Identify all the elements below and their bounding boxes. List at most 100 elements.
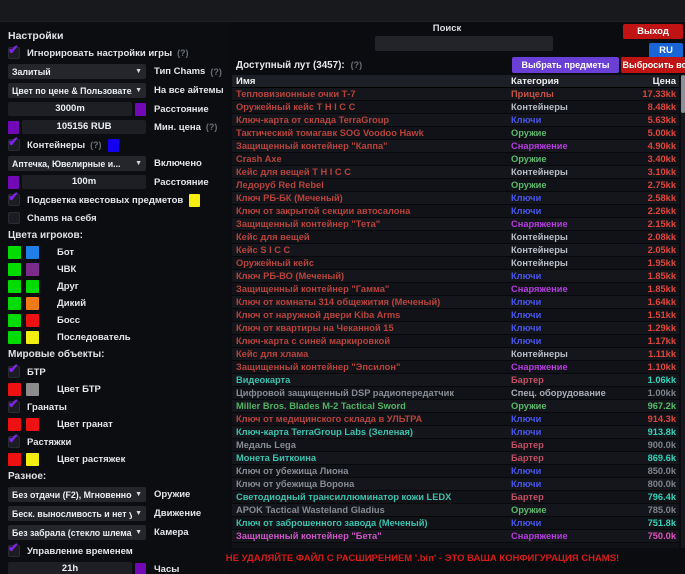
table-row[interactable]: Miller Bros. Blades M-2 Tactical SwordОр… xyxy=(232,400,679,413)
header-name[interactable]: Имя xyxy=(232,76,511,87)
table-row[interactable]: Ключ от наружной двери Kiba ArmsКлючи1.5… xyxy=(232,309,679,322)
table-row[interactable]: Ключ-карта от склада TerraGroupКлючи5.63… xyxy=(232,114,679,127)
color-swatch[interactable] xyxy=(8,121,19,134)
select-kappa-items-button[interactable]: Выбрать предметы каппа xyxy=(512,57,619,73)
table-row[interactable]: Защищенный контейнер "Бета"Снаряжение750… xyxy=(232,530,679,543)
value-input[interactable]: 3000m xyxy=(8,102,132,116)
value-input[interactable]: 100m xyxy=(22,175,146,189)
table-row[interactable]: Цифровой защищенный DSP радиопередатчикС… xyxy=(232,387,679,400)
table-row[interactable]: Ключ от медицинского склада в УЛЬТРАКлюч… xyxy=(232,413,679,426)
color-swatch[interactable] xyxy=(8,453,21,466)
table-row[interactable]: APOK Tactical Wasteland GladiusОружие785… xyxy=(232,504,679,517)
color-swatch[interactable] xyxy=(26,383,39,396)
table-row[interactable]: Оружейный кейсКонтейнеры1.95kk xyxy=(232,257,679,270)
color-swatch[interactable] xyxy=(108,139,119,152)
table-row[interactable]: Ледоруб Red RebelОружие2.75kk xyxy=(232,179,679,192)
loot-panel: Поиск Выход RU Выбрать предметы каппа Вы… xyxy=(232,0,685,574)
dropdown-value: Без забрала (стекло шлема) xyxy=(12,528,132,538)
table-row[interactable]: Светодиодный трансиллюминатор кожи LEDXБ… xyxy=(232,491,679,504)
table-row[interactable]: Кейс для вещей Т Н I С СКонтейнеры3.10kk xyxy=(232,166,679,179)
table-row[interactable]: Кейс S I C CКонтейнеры2.05kk xyxy=(232,244,679,257)
language-button[interactable]: RU xyxy=(649,43,683,58)
color-swatch[interactable] xyxy=(189,194,200,207)
checkbox[interactable]: ✔ xyxy=(8,545,20,557)
item-name: Защищенный контейнер "Каппа" xyxy=(232,141,511,151)
color-swatch[interactable] xyxy=(26,246,39,259)
color-swatch[interactable] xyxy=(26,331,39,344)
color-swatch[interactable] xyxy=(8,297,21,310)
item-name: Ключ-карта TerraGroup Labs (Зеленая) xyxy=(232,427,511,437)
table-row[interactable]: Ключ РБ-ВО (Меченый)Ключи1.85kk xyxy=(232,270,679,283)
value-input[interactable]: 105156 RUB xyxy=(22,120,146,134)
dropdown-wrap: Без забрала (стекло шлема)▼ xyxy=(8,525,146,540)
table-row[interactable]: Ключ от закрытой секции автосалонаКлючи2… xyxy=(232,205,679,218)
dropdown[interactable]: Беск. выносливость и нет уста:▼ xyxy=(8,506,146,521)
table-row[interactable]: Тепловизионные очки Т-7Прицелы17.33kk xyxy=(232,88,679,101)
table-row[interactable]: Кейс для хламаКонтейнеры1.11kk xyxy=(232,348,679,361)
dropdown[interactable]: Цвет по цене & Пользователь▼ xyxy=(8,83,146,98)
table-row[interactable]: Кейс для вещейКонтейнеры2.08kk xyxy=(232,231,679,244)
table-row[interactable]: Ключ от заброшенного завода (Меченый)Клю… xyxy=(232,517,679,530)
header-price[interactable]: Цена xyxy=(623,76,679,87)
scrollbar-thumb[interactable] xyxy=(681,75,685,113)
table-row[interactable]: Защищенный контейнер "Каппа"Снаряжение4.… xyxy=(232,140,679,153)
checkbox[interactable]: ✔ xyxy=(8,436,20,448)
table-row[interactable]: Защищенный контейнер "Гамма"Снаряжение1.… xyxy=(232,283,679,296)
table-row[interactable]: Медаль LegaБартер900.0k xyxy=(232,439,679,452)
color-swatch[interactable] xyxy=(26,280,39,293)
color-swatch[interactable] xyxy=(26,418,39,431)
table-row[interactable]: Защищенный контейнер "Эпсилон"Снаряжение… xyxy=(232,361,679,374)
color-swatch[interactable] xyxy=(8,246,21,259)
exit-button[interactable]: Выход xyxy=(623,24,683,39)
color-swatch[interactable] xyxy=(8,331,21,344)
setting-row: Цвет по цене & Пользователь▼На все айтем… xyxy=(8,81,230,100)
table-row[interactable]: Ключ от убежища ВоронаКлючи800.0k xyxy=(232,478,679,491)
dropdown[interactable]: Без забрала (стекло шлема)▼ xyxy=(8,525,146,540)
color-swatch[interactable] xyxy=(26,297,39,310)
dropdown[interactable]: Залитый▼ xyxy=(8,64,146,79)
item-price: 2.58kk xyxy=(623,193,679,203)
chevron-down-icon: ▼ xyxy=(135,68,142,75)
table-row[interactable]: Ключ от комнаты 314 общежития (Меченый)К… xyxy=(232,296,679,309)
drop-all-button[interactable]: Выбросить все xyxy=(621,57,685,73)
table-row[interactable]: Ключ от квартиры на Чеканной 15Ключи1.29… xyxy=(232,322,679,335)
table-row[interactable]: Crash AxeОружие3.40kk xyxy=(232,153,679,166)
checkbox[interactable]: ✔ xyxy=(8,139,20,151)
item-category: Ключи xyxy=(511,479,623,489)
color-swatch[interactable] xyxy=(8,383,21,396)
table-scrollbar[interactable] xyxy=(681,75,685,548)
dropdown[interactable]: Без отдачи (F2), Мгновенное п▼ xyxy=(8,487,146,502)
item-name: Оружейный кейс Т Н I С С xyxy=(232,102,511,112)
table-row[interactable] xyxy=(232,543,679,548)
color-swatch[interactable] xyxy=(26,453,39,466)
color-swatch[interactable] xyxy=(8,263,21,276)
checkmark-icon: ✔ xyxy=(8,361,19,377)
table-row[interactable]: Монета БиткоинаБартер869.6k xyxy=(232,452,679,465)
header-category[interactable]: Категория xyxy=(511,76,623,87)
table-row[interactable]: Ключ от убежища ЛионаКлючи850.0k xyxy=(232,465,679,478)
table-row[interactable]: Защищенный контейнер "Тета"Снаряжение2.1… xyxy=(232,218,679,231)
checkbox[interactable]: ✔ xyxy=(8,47,20,59)
checkbox[interactable]: ✔ xyxy=(8,194,20,206)
search-input[interactable] xyxy=(375,36,553,51)
color-swatch[interactable] xyxy=(26,263,39,276)
table-row[interactable]: ВидеокартаБартер1.06kk xyxy=(232,374,679,387)
table-row[interactable]: Ключ-карта с синей маркировкойКлючи1.17k… xyxy=(232,335,679,348)
table-row[interactable]: Ключ-карта TerraGroup Labs (Зеленая)Ключ… xyxy=(232,426,679,439)
color-swatch[interactable] xyxy=(135,103,146,116)
color-swatch[interactable] xyxy=(8,176,19,189)
color-swatch[interactable] xyxy=(26,314,39,327)
color-swatch[interactable] xyxy=(8,314,21,327)
value-input[interactable]: 21h xyxy=(8,562,132,574)
checkbox[interactable]: ✔ xyxy=(8,401,20,413)
checkbox[interactable] xyxy=(8,212,20,224)
dropdown[interactable]: Аптечка, Ювелирные и...▼ xyxy=(8,156,146,171)
checkbox[interactable]: ✔ xyxy=(8,366,20,378)
table-row[interactable]: Оружейный кейс Т Н I С СКонтейнеры8.48kk xyxy=(232,101,679,114)
table-row[interactable]: Тактический томагавк SOG Voodoo HawkОруж… xyxy=(232,127,679,140)
table-row[interactable]: Ключ РБ-БК (Меченый)Ключи2.58kk xyxy=(232,192,679,205)
color-swatch[interactable] xyxy=(8,280,21,293)
color-swatch[interactable] xyxy=(8,418,21,431)
color-swatch[interactable] xyxy=(135,563,146,574)
dropdown-wrap: Залитый▼ xyxy=(8,64,146,79)
